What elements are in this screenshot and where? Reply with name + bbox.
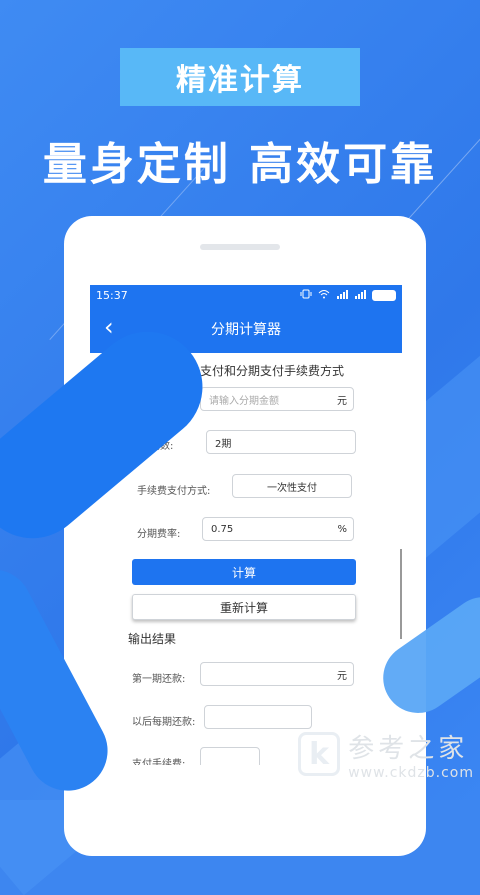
output-title: 输出结果 bbox=[128, 632, 177, 646]
phone-speaker bbox=[200, 244, 280, 250]
amount-placeholder: 请输入分期金额 bbox=[209, 395, 279, 407]
signal-icon bbox=[336, 289, 348, 302]
banner-slogan: 量身定制 高效可靠 bbox=[42, 139, 438, 190]
reset-button[interactable]: 重新计算 bbox=[132, 594, 356, 620]
watermark-url: www.ckdzb.com bbox=[348, 764, 474, 781]
watermark: k 参考之家 www.ckdzb.com bbox=[298, 726, 474, 782]
watermark-text: 参考之家 www.ckdzb.com bbox=[348, 728, 474, 781]
rate-input[interactable]: 0.75 % bbox=[202, 517, 354, 541]
fee-field bbox=[200, 747, 260, 765]
rate-label: 分期费率: bbox=[137, 529, 181, 540]
watermark-logo: k bbox=[298, 732, 341, 776]
later-payment-label: 以后每期还款: bbox=[132, 717, 196, 728]
first-payment-unit: 元 bbox=[337, 670, 347, 682]
periods-select[interactable]: 2期 bbox=[206, 430, 356, 454]
back-chevron-icon[interactable]: ‹ bbox=[104, 313, 114, 341]
battery-icon bbox=[372, 289, 396, 301]
fee-method-select[interactable]: 一次性支付 bbox=[232, 474, 352, 498]
amount-input[interactable]: 请输入分期金额 元 bbox=[200, 387, 354, 411]
wifi-icon bbox=[318, 289, 330, 302]
scrollbar[interactable] bbox=[400, 549, 402, 639]
fee-method-value: 一次性支付 bbox=[267, 482, 317, 494]
banner-tag: 精准计算 bbox=[120, 48, 360, 106]
first-payment-label: 第一期还款: bbox=[132, 674, 186, 685]
later-payment-field bbox=[204, 705, 312, 729]
amount-unit: 元 bbox=[337, 395, 347, 407]
status-icons bbox=[300, 289, 396, 302]
watermark-name: 参考之家 bbox=[348, 733, 469, 764]
periods-value: 2期 bbox=[215, 438, 232, 450]
rate-value: 0.75 bbox=[211, 523, 234, 535]
rate-unit: % bbox=[337, 523, 347, 535]
vibrate-icon bbox=[300, 289, 312, 302]
status-bar: 15:37 bbox=[90, 285, 402, 305]
fee-label: 支付手续费: bbox=[132, 759, 186, 765]
status-time: 15:37 bbox=[96, 288, 128, 302]
fee-method-label: 手续费支付方式: bbox=[137, 486, 211, 497]
calculate-button[interactable]: 计算 bbox=[132, 559, 356, 585]
first-payment-field: 元 bbox=[200, 662, 354, 686]
signal-icon-2 bbox=[354, 289, 366, 302]
